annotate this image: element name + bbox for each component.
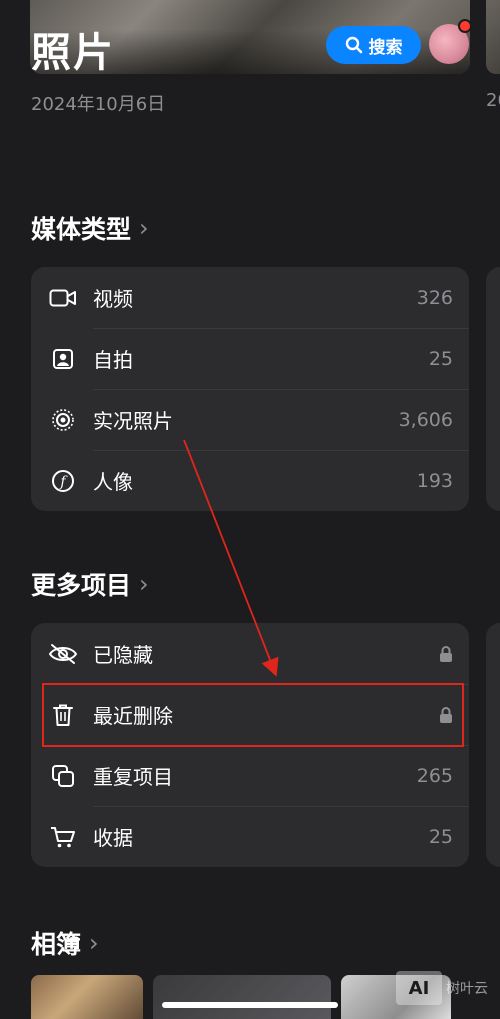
section-media-types[interactable]: 媒体类型 › — [31, 210, 149, 246]
lock-icon — [439, 645, 469, 663]
more-items-card: 已隐藏 最近删除 重复项目 265 收据 25 — [31, 623, 469, 867]
section-title-albums: 相簿 — [31, 930, 82, 959]
list-item-count: 3,606 — [398, 408, 453, 431]
lock-icon — [439, 706, 469, 724]
selfie-icon — [31, 348, 93, 370]
search-button[interactable]: 搜索 — [326, 26, 421, 64]
section-title-more-items: 更多项目 — [31, 571, 132, 600]
watermark: AI 树叶云 — [396, 968, 488, 1008]
list-item-label: 实况照片 — [93, 409, 173, 433]
list-item-duplicates[interactable]: 重复项目 265 — [31, 745, 469, 806]
section-more-items[interactable]: 更多项目 › — [31, 566, 149, 602]
search-icon — [345, 36, 362, 54]
chevron-right-icon: › — [89, 929, 99, 957]
media-types-card: 视频 326 自拍 25 实况照片 3,606 f 人像 193 — [31, 267, 469, 511]
list-item-label: 最近删除 — [93, 704, 173, 728]
portrait-icon: f — [31, 469, 93, 493]
next-photo-thumbnail[interactable] — [486, 0, 500, 74]
chevron-right-icon: › — [139, 570, 149, 598]
watermark-logo: AI — [396, 971, 442, 1005]
list-item-count: 25 — [428, 825, 453, 848]
album-thumbnail[interactable] — [31, 975, 143, 1019]
list-item-count: 193 — [416, 469, 453, 492]
list-item-label: 视频 — [93, 287, 133, 311]
svg-text:f: f — [59, 474, 68, 490]
list-item-label: 已隐藏 — [93, 643, 153, 667]
next-card-peek — [486, 623, 500, 867]
list-item-label: 重复项目 — [93, 765, 173, 789]
next-card-peek — [486, 267, 500, 511]
list-item-selfies[interactable]: 自拍 25 — [31, 328, 469, 389]
trash-icon — [31, 703, 93, 727]
list-item-label: 收据 — [93, 826, 133, 850]
list-item-label: 自拍 — [93, 348, 133, 372]
list-item-receipts[interactable]: 收据 25 — [31, 806, 469, 867]
list-item-count: 326 — [416, 286, 453, 309]
hidden-eye-icon — [31, 643, 93, 665]
photo-date: 2024年10月6日 — [31, 94, 166, 115]
list-item-label: 人像 — [93, 470, 133, 494]
list-item-recently-deleted[interactable]: 最近删除 — [31, 684, 469, 745]
album-thumbnail[interactable] — [153, 975, 331, 1019]
live-photo-icon — [31, 408, 93, 432]
cart-icon — [31, 825, 93, 849]
list-item-count: 25 — [428, 347, 453, 370]
list-item-portraits[interactable]: f 人像 193 — [31, 450, 469, 511]
duplicate-icon — [31, 764, 93, 788]
list-item-live-photos[interactable]: 实况照片 3,606 — [31, 389, 469, 450]
list-item-hidden[interactable]: 已隐藏 — [31, 623, 469, 684]
section-albums[interactable]: 相簿 › — [31, 925, 99, 961]
notification-badge — [458, 19, 472, 33]
search-label: 搜索 — [368, 37, 403, 58]
watermark-text: 树叶云 — [446, 981, 488, 997]
list-item-videos[interactable]: 视频 326 — [31, 267, 469, 328]
section-title-media-types: 媒体类型 — [31, 215, 132, 244]
list-item-count: 265 — [416, 764, 453, 787]
photo-date-next: 20 — [486, 90, 500, 111]
page-title: 照片 — [31, 30, 115, 76]
chevron-right-icon: › — [139, 214, 149, 242]
video-icon — [31, 288, 93, 308]
home-indicator[interactable] — [162, 1002, 338, 1008]
